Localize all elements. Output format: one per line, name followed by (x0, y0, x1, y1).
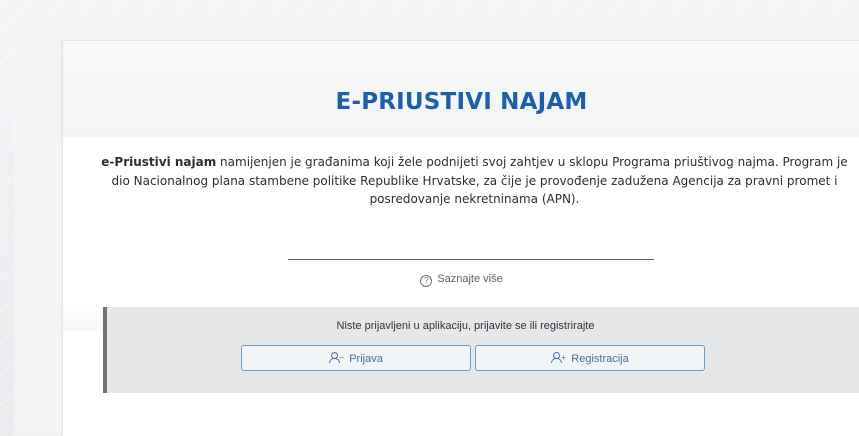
intro-description: e-Priustivi najam namijenjen je građanim… (101, 153, 848, 209)
learn-more-label: Saznajte više (437, 273, 503, 285)
login-button[interactable]: – Prijava (241, 345, 471, 371)
register-label: Registracija (571, 353, 629, 365)
intro-text: namijenjen je građanima koji žele podnij… (111, 155, 848, 206)
user-minus-icon: – (329, 352, 344, 363)
login-label: Prijava (349, 353, 383, 365)
learn-more-link[interactable]: ? Saznajte više (63, 273, 859, 287)
register-button[interactable]: + Registracija (475, 345, 705, 371)
auth-panel: Niste prijavljeni u aplikaciju, prijavit… (103, 307, 859, 393)
question-circle-icon: ? (420, 275, 433, 287)
user-plus-icon: + (551, 352, 566, 363)
auth-message: Niste prijavljeni u aplikaciju, prijavit… (336, 320, 595, 332)
page-title: E-PRIUSTIVI NAJAM (335, 89, 588, 115)
main-card: E-PRIUSTIVI NAJAM e-Priustivi najam nami… (62, 40, 859, 436)
intro-lead: e-Priustivi najam (101, 155, 217, 169)
section-divider (288, 259, 654, 260)
